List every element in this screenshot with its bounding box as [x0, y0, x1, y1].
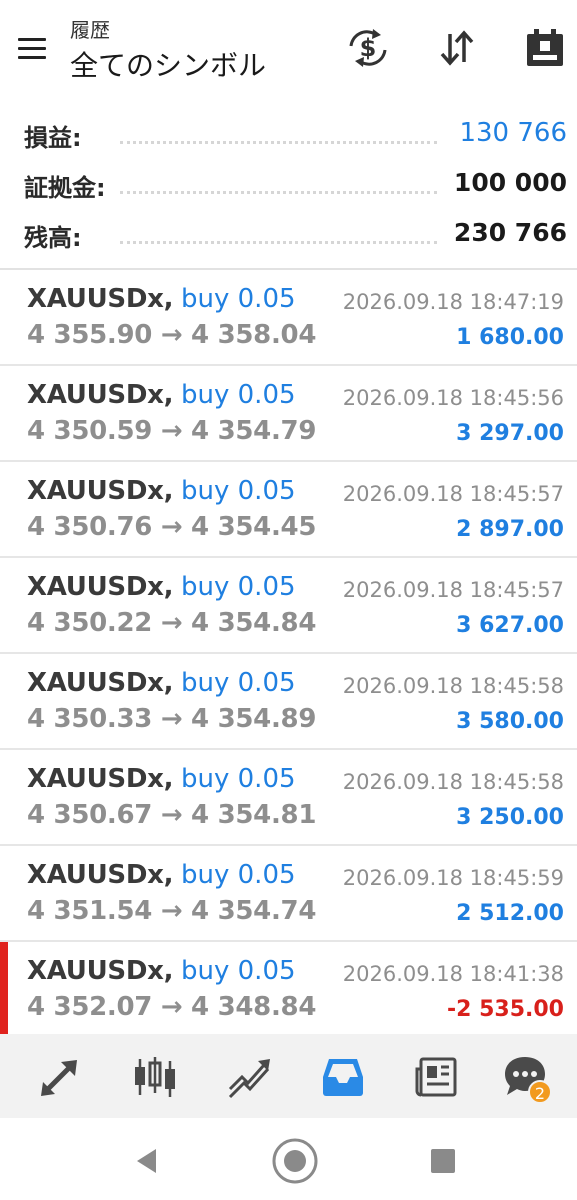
deal-time: 2026.09.18 18:45:59: [342, 866, 564, 890]
deal-row[interactable]: XAUUSDx, buy 0.05 4 350.67 → 4 354.81 20…: [0, 750, 577, 846]
deal-list: XAUUSDx, buy 0.05 4 355.90 → 4 358.04 20…: [0, 270, 577, 1038]
chat-badge: 2: [528, 1080, 552, 1104]
profit-value: 130 766: [449, 118, 567, 148]
sort-icon[interactable]: [434, 26, 480, 70]
balance-label: 残高:: [24, 218, 92, 253]
menu-icon[interactable]: [14, 34, 54, 64]
deal-time: 2026.09.18 18:45:57: [342, 578, 564, 602]
home-icon[interactable]: [270, 1136, 320, 1186]
deal-profit: 3 250.00: [456, 805, 564, 830]
deal-side: buy 0.05: [181, 860, 296, 890]
deal-row[interactable]: XAUUSDx, buy 0.05 4 350.22 → 4 354.84 20…: [0, 558, 577, 654]
deal-profit: -2 535.00: [447, 997, 564, 1022]
dotted-leader: [120, 191, 437, 194]
deal-side: buy 0.05: [181, 764, 296, 794]
deal-side: buy 0.05: [181, 284, 296, 314]
deal-symbol: XAUUSDx,: [27, 572, 174, 602]
deal-symbol: XAUUSDx,: [27, 380, 174, 410]
deal-prices: 4 350.67 → 4 354.81: [27, 800, 317, 830]
balance-row: 残高: 230 766: [0, 208, 577, 258]
deal-profit: 3 580.00: [456, 709, 564, 734]
deal-side: buy 0.05: [181, 380, 296, 410]
app-header: 履歴 全てのシンボル $: [0, 0, 577, 96]
svg-text:$: $: [360, 34, 377, 62]
deal-side: buy 0.05: [181, 956, 296, 986]
account-summary: 損益: 130 766 証拠金: 100 000 残高: 230 766: [0, 108, 577, 258]
quotes-icon[interactable]: [35, 1052, 85, 1102]
deal-profit: 3 627.00: [456, 613, 564, 638]
deal-time: 2026.09.18 18:45:57: [342, 482, 564, 506]
bottom-navigation: 2: [0, 1034, 577, 1118]
system-navigation: [0, 1118, 577, 1200]
dotted-leader: [120, 241, 437, 244]
chart-icon[interactable]: [130, 1052, 180, 1102]
deal-profit: 1 680.00: [456, 325, 564, 350]
deal-side: buy 0.05: [181, 668, 296, 698]
deal-symbol: XAUUSDx,: [27, 476, 174, 506]
deal-row[interactable]: XAUUSDx, buy 0.05 4 355.90 → 4 358.04 20…: [0, 270, 577, 366]
deal-symbol: XAUUSDx,: [27, 956, 174, 986]
header-title[interactable]: 全てのシンボル: [70, 44, 266, 84]
deal-profit: 3 297.00: [456, 421, 564, 446]
deal-time: 2026.09.18 18:45:58: [342, 770, 564, 794]
deal-prices: 4 350.33 → 4 354.89: [27, 704, 317, 734]
deal-symbol: XAUUSDx,: [27, 284, 174, 314]
balance-value: 230 766: [443, 218, 567, 247]
deal-side: buy 0.05: [181, 476, 296, 506]
margin-label: 証拠金:: [24, 168, 116, 203]
deal-time: 2026.09.18 18:47:19: [342, 290, 564, 314]
deal-row[interactable]: XAUUSDx, buy 0.05 4 350.76 → 4 354.45 20…: [0, 462, 577, 558]
deal-prices: 4 355.90 → 4 358.04: [27, 320, 317, 350]
deal-prices: 4 350.76 → 4 354.45: [27, 512, 317, 542]
history-icon[interactable]: [318, 1052, 368, 1102]
deal-symbol: XAUUSDx,: [27, 668, 174, 698]
deal-symbol: XAUUSDx,: [27, 764, 174, 794]
dotted-leader: [120, 141, 437, 144]
deal-side: buy 0.05: [181, 572, 296, 602]
chat-icon[interactable]: 2: [500, 1052, 552, 1104]
deal-prices: 4 350.59 → 4 354.79: [27, 416, 317, 446]
deal-profit: 2 512.00: [456, 901, 564, 926]
deal-row[interactable]: XAUUSDx, buy 0.05 4 350.59 → 4 354.79 20…: [0, 366, 577, 462]
trade-icon[interactable]: [225, 1052, 275, 1102]
back-icon[interactable]: [122, 1136, 172, 1186]
calendar-icon[interactable]: [522, 26, 568, 70]
deal-symbol: XAUUSDx,: [27, 860, 174, 890]
deal-time: 2026.09.18 18:41:38: [342, 962, 564, 986]
deal-time: 2026.09.18 18:45:58: [342, 674, 564, 698]
news-icon[interactable]: [412, 1052, 462, 1102]
deal-time: 2026.09.18 18:45:56: [342, 386, 564, 410]
deal-prices: 4 350.22 → 4 354.84: [27, 608, 317, 638]
deal-row[interactable]: XAUUSDx, buy 0.05 4 350.33 → 4 354.89 20…: [0, 654, 577, 750]
deal-prices: 4 352.07 → 4 348.84: [27, 992, 317, 1022]
recents-icon[interactable]: [418, 1136, 468, 1186]
deal-row[interactable]: XAUUSDx, buy 0.05 4 351.54 → 4 354.74 20…: [0, 846, 577, 942]
dollar-exchange-icon[interactable]: $: [345, 26, 391, 70]
margin-value: 100 000: [443, 168, 567, 197]
deal-row[interactable]: XAUUSDx, buy 0.05 4 352.07 → 4 348.84 20…: [0, 942, 577, 1038]
profit-label: 損益:: [24, 118, 92, 153]
deal-prices: 4 351.54 → 4 354.74: [27, 896, 317, 926]
profit-row: 損益: 130 766: [0, 108, 577, 158]
margin-row: 証拠金: 100 000: [0, 158, 577, 208]
header-subtitle: 履歴: [70, 18, 110, 42]
deal-profit: 2 897.00: [456, 517, 564, 542]
